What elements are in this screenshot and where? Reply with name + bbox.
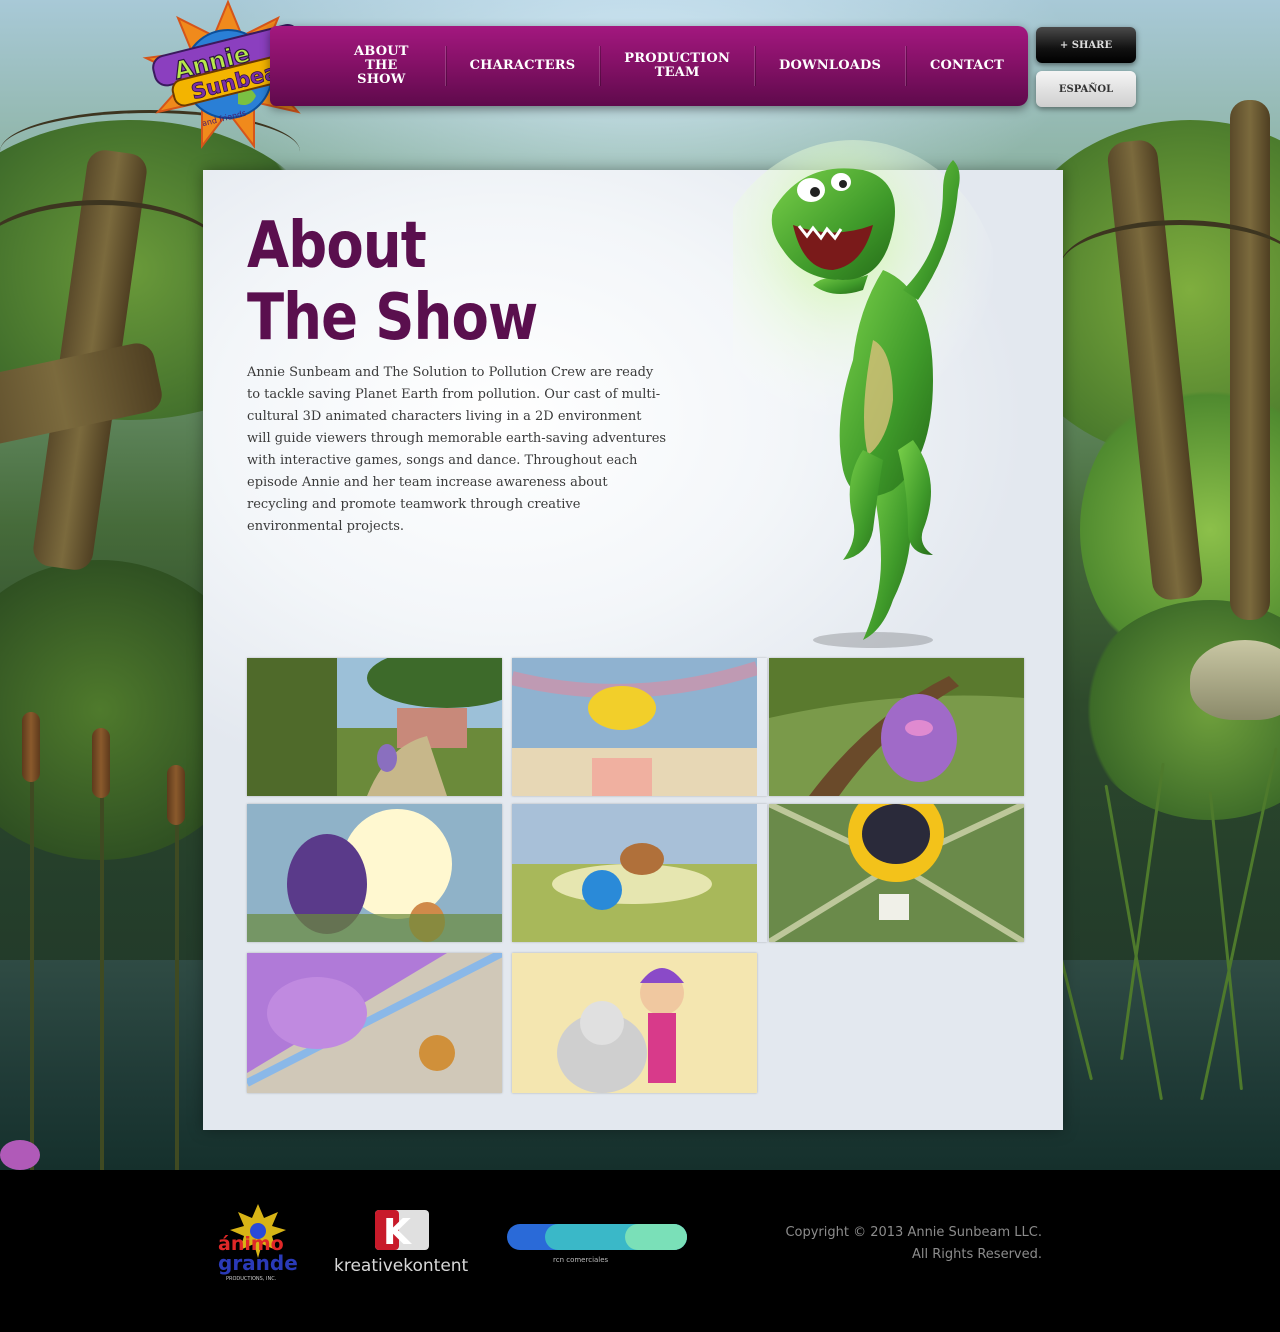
rights-line: All Rights Reserved. [911,1247,1042,1262]
storyboard-thumbnail[interactable] [512,953,757,1093]
nav-characters[interactable]: Characters [446,46,600,86]
content-panel: About The Show Annie Sunbeam and The Sol… [203,140,1063,1130]
k-mark: K [383,1212,412,1253]
footer: ánimo grande PRODUCTIONS, INC. K kreativ… [0,1170,1280,1332]
language-espanol-button[interactable]: ESPAÑOL [1036,71,1136,107]
nav-label: Downloads [778,58,882,73]
nav-label: About [353,44,409,59]
gecko-character-illustration [703,140,1003,660]
nav-label: Characters [469,58,576,73]
share-button[interactable]: + SHARE [1036,27,1136,63]
kreativekontent-text: kreativekontent [334,1256,469,1276]
nav-contact[interactable]: Contact [906,46,1028,86]
storyboard-thumbnail[interactable] [769,658,1024,796]
page-title-line: About [247,209,427,283]
nav-label: Production [624,51,731,66]
nav-label: Team [654,65,700,80]
storyboard-thumbnail[interactable] [247,658,502,796]
nav-production-team[interactable]: Production Team [600,46,754,86]
nav-label: Contact [929,58,1005,73]
show-description: Annie Sunbeam and The Solution to Pollut… [247,365,667,534]
page-title-line: The Show [247,281,538,355]
rcn-text: rcn comerciales [553,1256,609,1264]
rcn-comerciales-logo[interactable]: rcn comerciales [505,1220,689,1266]
main-navigation: About The Show Characters Production Tea… [270,26,1028,106]
page-title: About The Show [247,210,553,354]
copyright-notice: Copyright © 2013 Annie Sunbeam LLC. All … [785,1222,1042,1266]
animo-grande-logo[interactable]: ánimo grande PRODUCTIONS, INC. [216,1204,300,1284]
nav-label: The Show [357,58,406,87]
kreativekontent-logo[interactable]: K kreativekontent [333,1208,473,1278]
grande-text: grande [218,1251,298,1275]
copyright-line: Copyright © 2013 Annie Sunbeam LLC. [785,1225,1042,1240]
storyboard-thumbnail[interactable] [247,953,502,1093]
productions-text: PRODUCTIONS, INC. [226,1276,277,1282]
nav-downloads[interactable]: Downloads [755,46,905,86]
storyboard-thumbnail[interactable] [247,804,502,942]
storyboard-thumbnail[interactable] [769,804,1024,942]
storyboard-thumbnail[interactable] [512,658,767,796]
storyboard-thumbnail[interactable] [512,804,767,942]
nav-about-the-show[interactable]: About The Show [318,44,445,87]
